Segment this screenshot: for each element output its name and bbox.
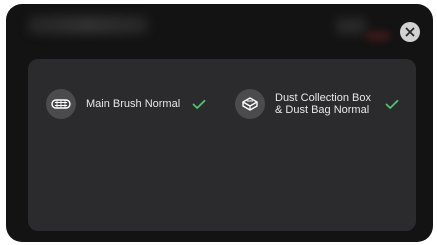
main-brush-icon [46,89,76,119]
blurred-title [28,16,148,34]
consumables-status-panel: Main Brush Normal Dust Collection Box & … [28,59,416,231]
main-brush-status: Main Brush Normal [46,89,206,119]
main-brush-label: Main Brush Normal [86,98,181,110]
checkmark-icon [192,99,206,110]
status-dialog: Main Brush Normal Dust Collection Box & … [6,4,433,242]
dust-box-label-line2: & Dust Bag Normal [275,104,370,116]
dust-box-status: Dust Collection Box & Dust Bag Normal [235,89,399,119]
blurred-header-element [366,32,390,40]
blurred-header-element [336,18,366,34]
close-button[interactable] [400,22,420,42]
dust-box-label: Dust Collection Box & Dust Bag Normal [275,92,371,116]
dust-box-label-line1: Dust Collection Box [275,92,371,104]
checkmark-icon [385,99,399,110]
close-icon [405,27,415,37]
dust-box-icon [235,89,265,119]
